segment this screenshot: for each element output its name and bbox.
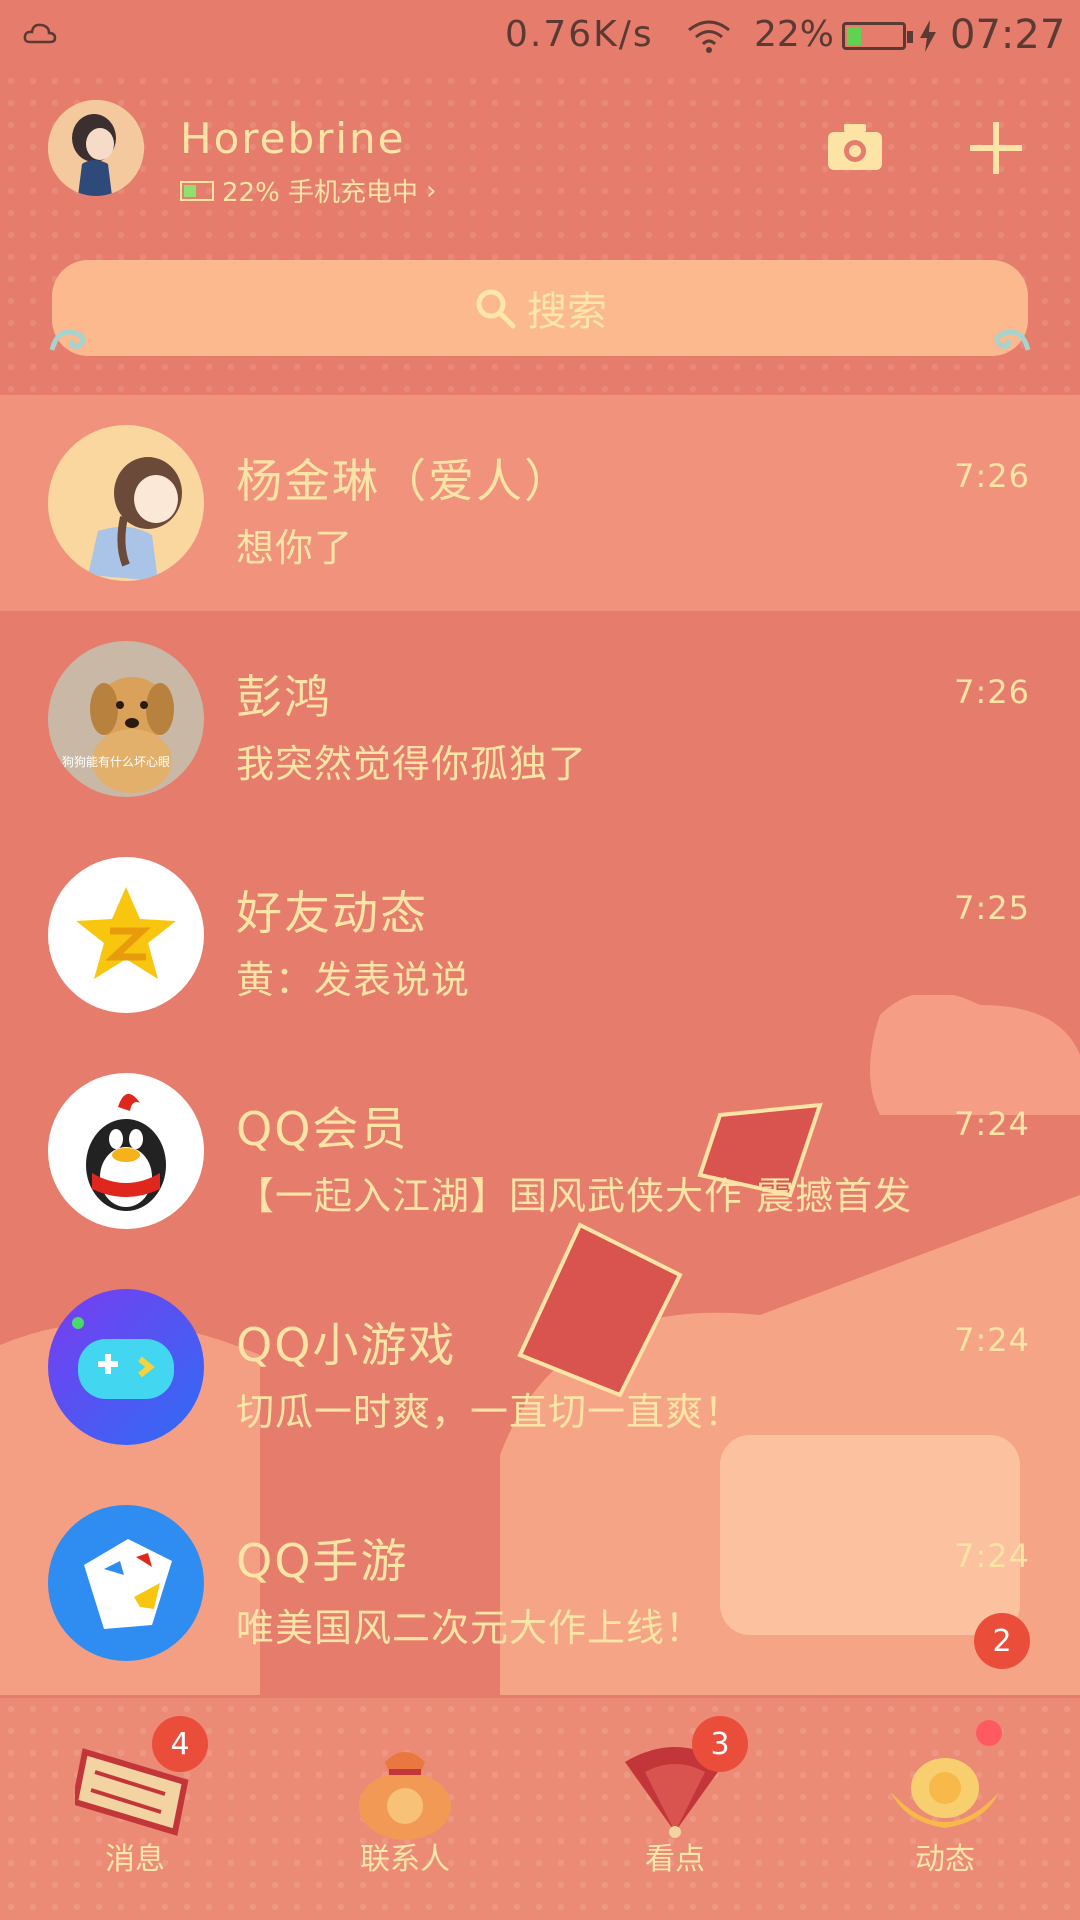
plus-icon[interactable] — [966, 120, 1026, 176]
chat-time: 7:24 — [954, 1105, 1030, 1143]
avatar[interactable] — [48, 100, 144, 196]
chat-time: 7:24 — [954, 1537, 1030, 1575]
chat-name: QQ手游 — [236, 1534, 409, 1588]
bottom-tab-bar: 消息 4 联系人 看点 3 动态 — [0, 1698, 1080, 1920]
charging-bolt-icon — [920, 20, 936, 52]
cloud-swirl-icon — [994, 329, 1031, 351]
chat-row-yang-jinlin[interactable]: 杨金琳（爱人） 7:26 想你了 — [0, 395, 1080, 611]
chat-message-preview: 黄：发表说说 — [236, 958, 471, 1002]
fortune-bag-icon — [359, 1752, 451, 1840]
chat-name: 彭鸿 — [236, 670, 332, 724]
tab-label: 联系人 — [360, 1842, 450, 1877]
chat-message-preview: 我突然觉得你孤独了 — [236, 742, 588, 786]
tab-feed[interactable]: 动态 — [810, 1698, 1080, 1920]
avatar: 狗狗能有什么坏心眼 — [48, 641, 204, 797]
chat-name: 好友动态 — [236, 886, 428, 940]
tab-contacts[interactable]: 联系人 — [270, 1698, 540, 1920]
chat-time: 7:26 — [954, 673, 1030, 711]
qzone-star-icon — [48, 857, 204, 1013]
tab-badge: 4 — [152, 1716, 208, 1772]
header: Horebrine 22% 手机充电中 › 搜索 — [0, 70, 1080, 395]
clock: 07:27 — [950, 12, 1066, 58]
cloud-swirl-icon — [49, 329, 86, 351]
chat-time: 7:26 — [954, 457, 1030, 495]
chat-message-preview: 【一起入江湖】国风武侠大作 震撼首发 — [236, 1174, 913, 1218]
avatar-illustration — [48, 100, 144, 196]
chat-time: 7:25 — [954, 889, 1030, 927]
tab-label: 动态 — [915, 1842, 975, 1877]
gold-ingot-icon — [891, 1758, 999, 1828]
chat-row-qq-vip[interactable]: QQ会员 7:24 【一起入江湖】国风武侠大作 震撼首发 — [0, 1043, 1080, 1259]
chat-row-peng-hong[interactable]: 狗狗能有什么坏心眼 彭鸿 7:26 我突然觉得你孤独了 — [0, 611, 1080, 827]
chat-message-preview: 唯美国风二次元大作上线！ — [236, 1606, 705, 1650]
search-icon — [476, 289, 516, 329]
search-bar[interactable]: 搜索 — [49, 260, 1031, 356]
status-bar: 0.76K/s 22% 07:27 — [0, 0, 1080, 70]
chat-row-friend-feed[interactable]: 好友动态 7:25 黄：发表说说 — [0, 827, 1080, 1043]
game-controller-icon — [48, 1289, 204, 1445]
chat-time: 7:24 — [954, 1321, 1030, 1359]
battery-percent: 22% — [754, 14, 835, 55]
chat-name: QQ小游戏 — [236, 1318, 457, 1372]
tab-discover[interactable]: 看点 3 — [540, 1698, 810, 1920]
tab-label: 看点 — [645, 1842, 705, 1877]
chat-name: QQ会员 — [236, 1102, 409, 1156]
network-speed: 0.76K/s — [505, 14, 654, 55]
chat-name: 杨金琳（爱人） — [236, 454, 572, 508]
chat-row-qq-mini-games[interactable]: QQ小游戏 7:24 切瓜一时爽，一直切一直爽！ — [0, 1259, 1080, 1475]
chat-row-qq-mobile-games[interactable]: QQ手游 7:24 唯美国风二次元大作上线！ 2 — [0, 1475, 1080, 1691]
tab-messages[interactable]: 消息 4 — [0, 1698, 270, 1920]
qq-mobile-games-icon — [48, 1505, 204, 1661]
search-label: 搜索 — [527, 289, 607, 335]
username[interactable]: Horebrine — [180, 114, 406, 163]
device-status-link[interactable]: 22% 手机充电中 › — [180, 172, 436, 209]
battery-icon — [842, 22, 913, 50]
device-battery-icon — [180, 180, 214, 201]
tab-badge: 3 — [692, 1716, 748, 1772]
tab-label: 消息 — [105, 1842, 165, 1877]
qq-penguin-icon — [48, 1073, 204, 1229]
unread-badge: 2 — [974, 1613, 1030, 1669]
notification-dot — [976, 1720, 1002, 1746]
device-status-text: 22% 手机充电中 — [222, 178, 419, 208]
wifi-icon — [688, 20, 730, 53]
camera-icon[interactable] — [826, 118, 884, 174]
chevron-right-icon: › — [426, 175, 437, 206]
avatar-caption: 狗狗能有什么坏心眼 — [62, 755, 171, 769]
chat-message-preview: 切瓜一时爽，一直切一直爽！ — [236, 1390, 744, 1434]
avatar — [48, 425, 204, 581]
chat-message-preview: 想你了 — [236, 526, 354, 570]
cloud-icon — [23, 23, 57, 44]
chat-list: 杨金琳（爱人） 7:26 想你了 狗狗能有什么坏心眼 彭鸿 7:26 我突然觉得… — [0, 395, 1080, 1698]
